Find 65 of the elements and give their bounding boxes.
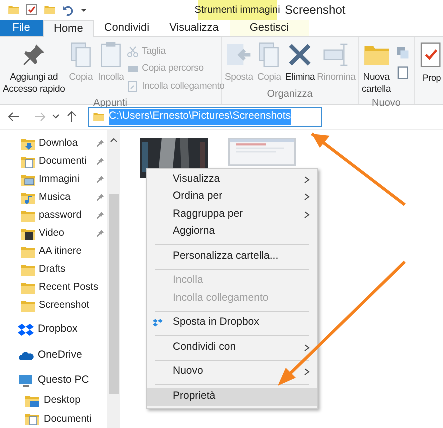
chevron-right-icon	[303, 193, 311, 202]
nav-item[interactable]: Screenshot	[0, 297, 107, 314]
chevron-down-icon[interactable]	[52, 113, 60, 121]
folder-icon	[8, 4, 20, 16]
undo-icon[interactable]	[62, 4, 74, 16]
pin-icon	[96, 193, 105, 202]
chevron-right-icon	[303, 368, 311, 376]
scroll-up-icon[interactable]	[110, 136, 118, 144]
menu-item[interactable]: Ordina per	[147, 188, 317, 206]
group-label: Nuovo	[371, 97, 402, 111]
menu-item[interactable]: Proprietà	[147, 388, 317, 406]
pin-icon	[96, 211, 105, 220]
group-label: Organizza	[266, 88, 314, 102]
nav-item[interactable]: Video	[0, 225, 107, 242]
pin-icon	[96, 175, 105, 184]
chevron-right-icon	[303, 210, 311, 219]
ribbon-tab[interactable]: Visualizza	[160, 20, 229, 36]
ribbon-tab[interactable]: Condividi	[94, 20, 160, 36]
nav-item[interactable]: Musica	[0, 189, 107, 206]
folder-icon	[93, 111, 105, 123]
address-path: C:\Users\Ernesto\Pictures\Screenshots	[109, 109, 292, 125]
pin-icon	[96, 229, 105, 238]
rename-icon	[322, 41, 350, 69]
nav-item[interactable]: Recent Posts	[0, 279, 107, 296]
nav-item[interactable]: Documenti	[0, 153, 107, 170]
nav-item[interactable]: Immagini	[0, 171, 107, 188]
scrollbar[interactable]	[107, 130, 120, 428]
nav-item[interactable]: Drafts	[0, 261, 107, 278]
back-arrow-icon[interactable]	[8, 111, 20, 123]
ribbon-button[interactable]: Prop	[418, 41, 443, 84]
checkbox-icon[interactable]	[26, 4, 38, 16]
nav-item[interactable]: AA itinere	[0, 243, 107, 260]
computer-icon	[18, 373, 34, 390]
dropbox-icon	[153, 318, 163, 328]
menu-item[interactable]: Sposta in Dropbox	[147, 314, 317, 332]
nav-item[interactable]: Desktop	[0, 392, 107, 410]
nav-item[interactable]: Documenti	[0, 410, 107, 428]
ribbon-button[interactable]: Elimina	[285, 41, 316, 84]
ribbon-tab[interactable]: Home	[43, 20, 94, 37]
menu-item[interactable]: Nuovo	[147, 364, 317, 381]
chevron-right-icon	[303, 176, 311, 184]
menu-item[interactable]: Condividi con	[147, 339, 317, 356]
pin-icon	[96, 157, 105, 166]
menu-item[interactable]: Aggiorna	[147, 224, 317, 241]
dropbox-icon	[18, 322, 34, 338]
menu-item[interactable]: Visualizza	[147, 171, 317, 188]
caret-icon[interactable]	[80, 6, 88, 14]
chevron-right-icon	[303, 344, 311, 352]
nav-item[interactable]: Downloa	[0, 135, 107, 152]
scrollbar-thumb[interactable]	[108, 194, 118, 394]
ribbon-button[interactable]: Aggiungi ad Accesso rapido	[3, 41, 66, 96]
shortcut-icon	[127, 80, 140, 93]
pin-icon	[96, 139, 105, 148]
ribbon-button[interactable]: Nuova cartella	[362, 41, 392, 96]
ribbon-tab[interactable]: Gestisci	[230, 20, 309, 36]
menu-item[interactable]: Raggruppa per	[147, 206, 317, 224]
nav-item[interactable]: password	[0, 207, 107, 224]
scissors-icon	[127, 46, 140, 58]
ribbon-tab[interactable]: File	[0, 20, 43, 36]
menu-item[interactable]: Personalizza cartella...	[147, 248, 317, 266]
nav-item[interactable]: Dropbox	[0, 320, 107, 340]
nav-item[interactable]: Questo PC	[0, 371, 107, 391]
nav-item[interactable]: OneDrive	[0, 346, 107, 366]
folder-icon	[44, 4, 56, 16]
up-arrow-icon[interactable]	[66, 111, 78, 123]
